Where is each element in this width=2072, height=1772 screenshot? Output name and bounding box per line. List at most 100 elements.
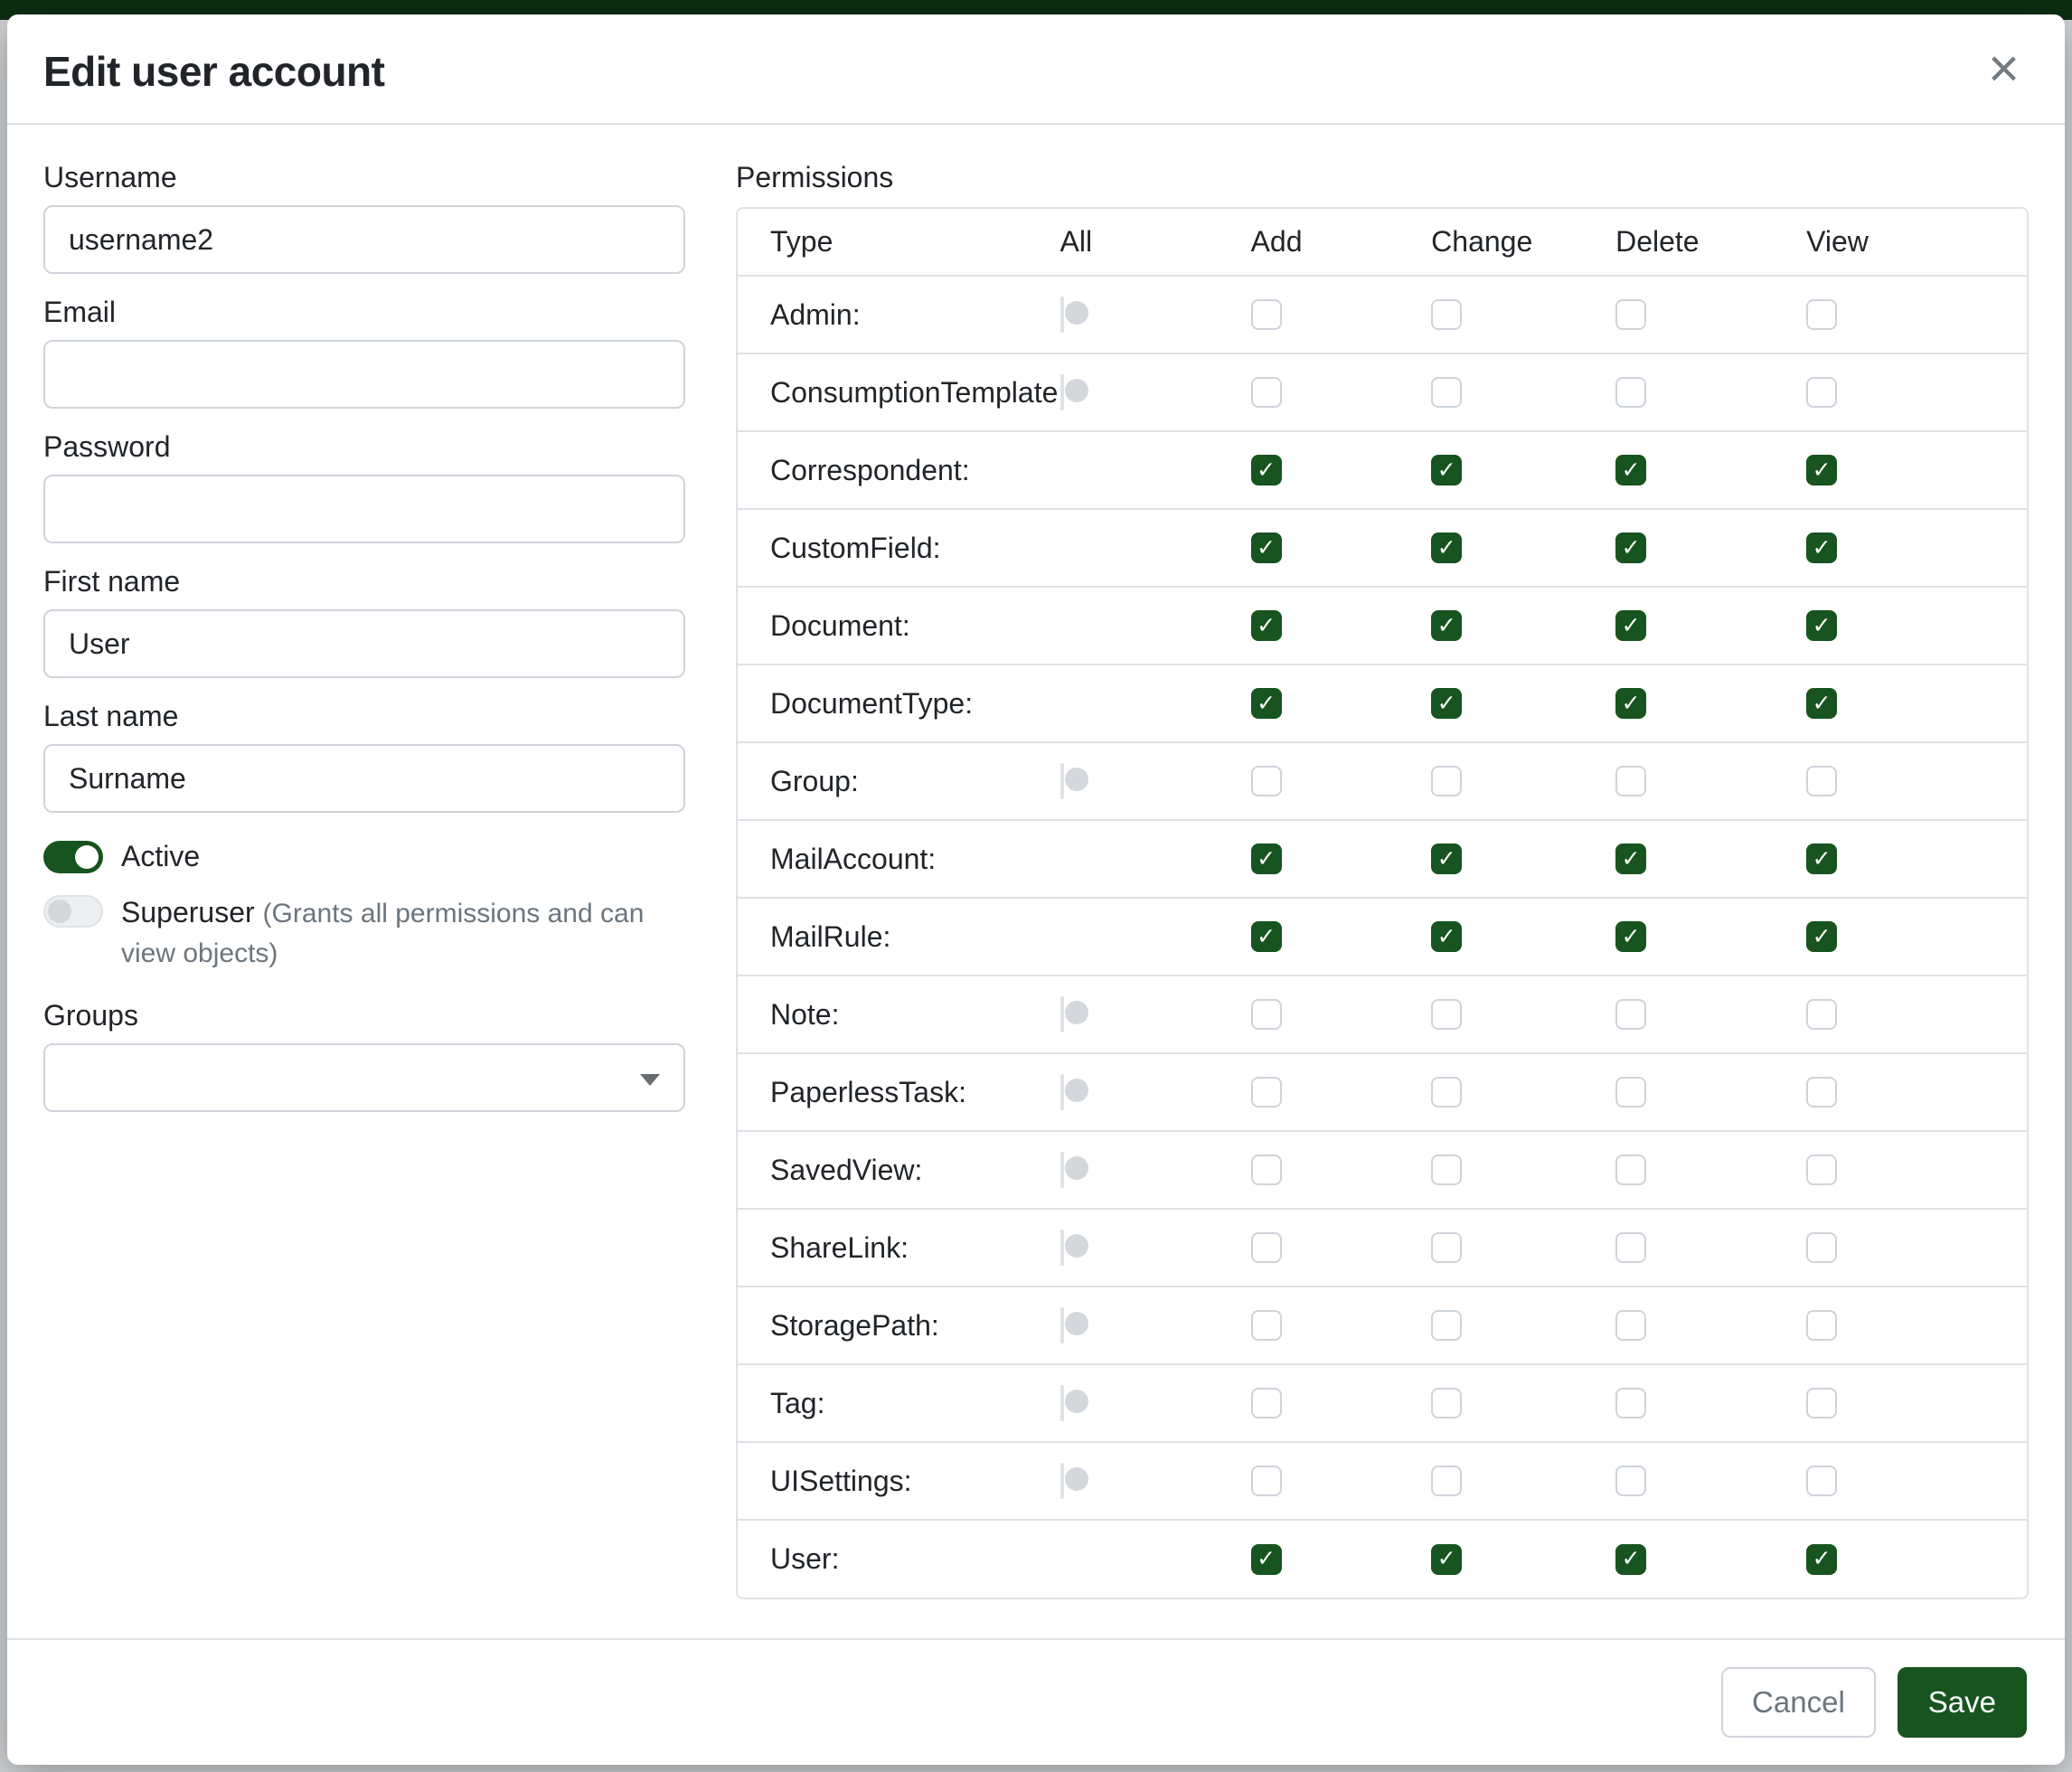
permission-view-checkbox[interactable]: [1806, 610, 1837, 641]
permission-all-toggle[interactable]: [1060, 996, 1064, 1032]
permission-add-checkbox[interactable]: [1251, 1544, 1282, 1575]
email-field[interactable]: [43, 340, 685, 409]
permission-all-toggle[interactable]: [1060, 763, 1064, 799]
permission-change-checkbox[interactable]: [1431, 766, 1462, 796]
permission-view-checkbox[interactable]: [1806, 1310, 1837, 1341]
permission-change-checkbox[interactable]: [1431, 1388, 1462, 1419]
permission-delete-checkbox[interactable]: [1615, 1077, 1646, 1108]
superuser-toggle[interactable]: [43, 895, 103, 928]
permission-view-checkbox[interactable]: [1806, 1466, 1837, 1496]
permission-delete-checkbox[interactable]: [1615, 1388, 1646, 1419]
permission-change-checkbox[interactable]: [1431, 1232, 1462, 1263]
permission-view-checkbox[interactable]: [1806, 844, 1837, 874]
permission-add-checkbox[interactable]: [1251, 1232, 1282, 1263]
permission-add-checkbox[interactable]: [1251, 844, 1282, 874]
permission-delete-checkbox[interactable]: [1615, 688, 1646, 719]
permission-view-checkbox[interactable]: [1806, 921, 1837, 952]
permission-view-checkbox[interactable]: [1806, 377, 1837, 408]
permission-change-checkbox[interactable]: [1431, 921, 1462, 952]
permission-change-checkbox[interactable]: [1431, 299, 1462, 330]
permission-add-checkbox[interactable]: [1251, 766, 1282, 796]
permission-view-checkbox[interactable]: [1806, 533, 1837, 563]
permission-all-toggle[interactable]: [1060, 1152, 1064, 1188]
permission-delete-checkbox[interactable]: [1615, 999, 1646, 1030]
permission-view-checkbox[interactable]: [1806, 1544, 1837, 1575]
permission-change-checkbox[interactable]: [1431, 610, 1462, 641]
permission-view-checkbox[interactable]: [1806, 1388, 1837, 1419]
permission-all-toggle[interactable]: [1060, 1385, 1064, 1421]
groups-select[interactable]: [43, 1043, 685, 1112]
last-name-group: Last name: [43, 700, 685, 813]
save-button[interactable]: Save: [1898, 1667, 2027, 1738]
permission-delete-checkbox[interactable]: [1615, 533, 1646, 563]
permission-add-checkbox[interactable]: [1251, 921, 1282, 952]
permission-delete-checkbox[interactable]: [1615, 1232, 1646, 1263]
permission-change-checkbox[interactable]: [1431, 844, 1462, 874]
permission-change-checkbox[interactable]: [1431, 1077, 1462, 1108]
modal-body: Username Email Password First name Last …: [7, 125, 2065, 1638]
permission-delete-checkbox[interactable]: [1615, 766, 1646, 796]
active-toggle[interactable]: [43, 841, 103, 873]
username-input[interactable]: [43, 205, 685, 274]
permission-view-checkbox[interactable]: [1806, 688, 1837, 719]
permission-all-toggle[interactable]: [1060, 1463, 1064, 1499]
col-header-change: Change: [1431, 209, 1615, 276]
last-name-field[interactable]: [43, 744, 685, 813]
permission-add-checkbox[interactable]: [1251, 1310, 1282, 1341]
permission-change-checkbox[interactable]: [1431, 1310, 1462, 1341]
permission-add-checkbox[interactable]: [1251, 610, 1282, 641]
permission-delete-checkbox[interactable]: [1615, 377, 1646, 408]
permission-all-toggle[interactable]: [1060, 374, 1064, 410]
permission-change-checkbox[interactable]: [1431, 455, 1462, 485]
password-field[interactable]: [43, 475, 685, 543]
permission-delete-checkbox[interactable]: [1615, 610, 1646, 641]
permission-delete-checkbox[interactable]: [1615, 844, 1646, 874]
permission-add-checkbox[interactable]: [1251, 299, 1282, 330]
first-name-field[interactable]: [43, 609, 685, 678]
permission-view-checkbox[interactable]: [1806, 1232, 1837, 1263]
close-icon[interactable]: ×: [1983, 47, 2025, 90]
permission-type-label: Group:: [770, 765, 859, 797]
table-row: Group:: [738, 742, 2027, 820]
permission-delete-checkbox[interactable]: [1615, 1466, 1646, 1496]
permission-add-checkbox[interactable]: [1251, 533, 1282, 563]
permission-view-checkbox[interactable]: [1806, 999, 1837, 1030]
permission-delete-checkbox[interactable]: [1615, 1310, 1646, 1341]
permission-all-toggle[interactable]: [1060, 1230, 1064, 1266]
groups-select-input[interactable]: [43, 1043, 685, 1112]
permission-change-checkbox[interactable]: [1431, 533, 1462, 563]
permission-delete-checkbox[interactable]: [1615, 921, 1646, 952]
permission-all-toggle[interactable]: [1060, 297, 1064, 333]
permission-add-checkbox[interactable]: [1251, 1077, 1282, 1108]
permission-view-checkbox[interactable]: [1806, 1155, 1837, 1185]
permission-delete-checkbox[interactable]: [1615, 455, 1646, 485]
table-row: Admin:: [738, 276, 2027, 353]
permission-add-checkbox[interactable]: [1251, 688, 1282, 719]
permission-view-checkbox[interactable]: [1806, 1077, 1837, 1108]
permission-add-checkbox[interactable]: [1251, 377, 1282, 408]
table-row: DocumentType:: [738, 664, 2027, 742]
cancel-button[interactable]: Cancel: [1721, 1667, 1876, 1738]
permission-add-checkbox[interactable]: [1251, 455, 1282, 485]
permission-add-checkbox[interactable]: [1251, 1388, 1282, 1419]
permission-change-checkbox[interactable]: [1431, 1466, 1462, 1496]
permission-delete-checkbox[interactable]: [1615, 299, 1646, 330]
permission-change-checkbox[interactable]: [1431, 688, 1462, 719]
permission-change-checkbox[interactable]: [1431, 999, 1462, 1030]
modal-header: Edit user account ×: [7, 14, 2065, 125]
permission-add-checkbox[interactable]: [1251, 999, 1282, 1030]
permission-add-checkbox[interactable]: [1251, 1466, 1282, 1496]
permissions-label: Permissions: [736, 161, 2029, 194]
permission-delete-checkbox[interactable]: [1615, 1155, 1646, 1185]
permission-add-checkbox[interactable]: [1251, 1155, 1282, 1185]
permission-change-checkbox[interactable]: [1431, 1155, 1462, 1185]
permission-change-checkbox[interactable]: [1431, 1544, 1462, 1575]
permission-all-toggle[interactable]: [1060, 1307, 1064, 1343]
permission-delete-checkbox[interactable]: [1615, 1544, 1646, 1575]
col-header-all: All: [1060, 209, 1251, 276]
permission-change-checkbox[interactable]: [1431, 377, 1462, 408]
permission-view-checkbox[interactable]: [1806, 766, 1837, 796]
permission-all-toggle[interactable]: [1060, 1074, 1064, 1110]
permission-view-checkbox[interactable]: [1806, 299, 1837, 330]
permission-view-checkbox[interactable]: [1806, 455, 1837, 485]
